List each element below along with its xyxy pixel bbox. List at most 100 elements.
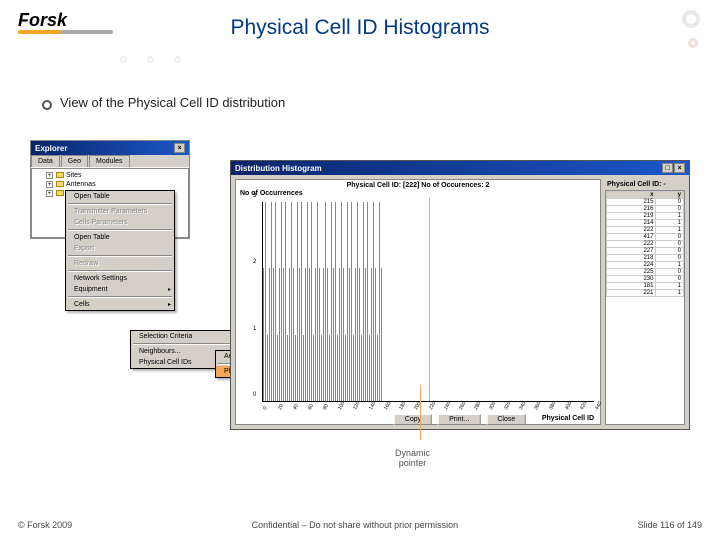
table-row[interactable]: 2211 [607, 290, 684, 297]
bar[interactable] [357, 202, 358, 401]
bar[interactable] [273, 268, 274, 401]
bar[interactable] [307, 202, 308, 401]
bar[interactable] [309, 268, 310, 401]
bar[interactable] [281, 202, 282, 401]
col-x[interactable]: x [607, 192, 656, 199]
menu-item[interactable]: Network Settings [66, 273, 174, 284]
bar[interactable] [271, 202, 272, 401]
bar[interactable] [303, 335, 304, 401]
maximize-icon[interactable]: □ [662, 163, 673, 173]
bar[interactable] [327, 268, 328, 401]
bar[interactable] [355, 268, 356, 401]
bar[interactable] [339, 268, 340, 401]
side-table[interactable]: x y 215021602191214122214170222022702180… [605, 190, 685, 425]
bar[interactable] [365, 268, 366, 401]
bar[interactable] [373, 202, 374, 401]
bar[interactable] [337, 335, 338, 401]
explorer-titlebar[interactable]: Explorer × [31, 141, 189, 155]
bar[interactable] [313, 335, 314, 401]
chart-area[interactable]: 0123 [262, 202, 594, 402]
bar[interactable] [295, 335, 296, 401]
bar[interactable] [289, 268, 290, 401]
bar[interactable] [285, 202, 286, 401]
table-row[interactable]: 2270 [607, 248, 684, 255]
bar[interactable] [297, 202, 298, 401]
bar[interactable] [275, 202, 276, 401]
table-row[interactable]: 2250 [607, 269, 684, 276]
histogram-titlebar[interactable]: Distribution Histogram □ × [231, 161, 689, 175]
table-row[interactable]: 2150 [607, 199, 684, 206]
bar[interactable] [279, 268, 280, 401]
bar[interactable] [265, 202, 266, 401]
bar[interactable] [333, 268, 334, 401]
bar[interactable] [287, 335, 288, 401]
tab-modules[interactable]: Modules [89, 155, 129, 167]
menu-item[interactable]: Selection Criteria [131, 331, 239, 342]
close-icon[interactable]: × [674, 163, 685, 173]
menu-item[interactable]: Cells [66, 299, 174, 310]
bar[interactable] [269, 268, 270, 401]
bar[interactable] [283, 268, 284, 401]
close-icon[interactable]: × [174, 143, 185, 153]
bar[interactable] [351, 202, 352, 401]
menu-item[interactable]: Equipment [66, 284, 174, 295]
bar[interactable] [347, 202, 348, 401]
bar[interactable] [375, 268, 376, 401]
table-row[interactable]: 2220 [607, 241, 684, 248]
bar[interactable] [359, 268, 360, 401]
bar[interactable] [367, 202, 368, 401]
tab-data[interactable]: Data [31, 155, 60, 167]
bar[interactable] [311, 202, 312, 401]
menu-item[interactable]: Open Table [66, 191, 174, 202]
tab-geo[interactable]: Geo [61, 155, 88, 167]
bar[interactable] [353, 335, 354, 401]
bar[interactable] [267, 335, 268, 401]
bar[interactable] [343, 268, 344, 401]
bar[interactable] [361, 335, 362, 401]
tree-item-sites[interactable]: +Sites [34, 171, 186, 180]
bar[interactable] [381, 268, 382, 401]
bar[interactable] [323, 268, 324, 401]
bar[interactable] [335, 202, 336, 401]
bar[interactable] [379, 202, 380, 401]
bar[interactable] [329, 335, 330, 401]
table-cell: 224 [607, 262, 656, 269]
bar[interactable] [315, 268, 316, 401]
table-row[interactable]: 2300 [607, 276, 684, 283]
bar[interactable] [301, 202, 302, 401]
context-menu-1[interactable]: Open TableTransmitter ParametersCells Pa… [65, 190, 175, 311]
col-y[interactable]: y [656, 192, 684, 199]
bar[interactable] [363, 202, 364, 401]
bar[interactable] [293, 268, 294, 401]
tree-item-antennas[interactable]: +Antennas [34, 180, 186, 189]
bar[interactable] [325, 202, 326, 401]
bar[interactable] [263, 268, 264, 401]
table-row[interactable]: 1811 [607, 283, 684, 290]
table-row[interactable]: 2141 [607, 220, 684, 227]
copy-button[interactable]: Copy [394, 414, 432, 425]
bar[interactable] [277, 335, 278, 401]
bar[interactable] [345, 335, 346, 401]
bar[interactable] [341, 202, 342, 401]
print-button[interactable]: Print... [438, 414, 480, 425]
bar[interactable] [319, 268, 320, 401]
menu-item[interactable]: Open Table [66, 232, 174, 243]
bar[interactable] [371, 268, 372, 401]
table-row[interactable]: 2241 [607, 262, 684, 269]
table-row[interactable]: 2221 [607, 227, 684, 234]
table-row[interactable]: 2160 [607, 206, 684, 213]
bar[interactable] [377, 335, 378, 401]
bar[interactable] [321, 335, 322, 401]
close-button[interactable]: Close [486, 414, 526, 425]
bar[interactable] [299, 268, 300, 401]
table-row[interactable]: 2191 [607, 213, 684, 220]
table-row[interactable]: 4170 [607, 234, 684, 241]
bar[interactable] [331, 202, 332, 401]
table-row[interactable]: 2180 [607, 255, 684, 262]
footer-page: Slide 116 of 149 [638, 520, 702, 530]
bar[interactable] [349, 268, 350, 401]
bar[interactable] [369, 335, 370, 401]
bar[interactable] [305, 268, 306, 401]
bar[interactable] [291, 202, 292, 401]
bar[interactable] [317, 202, 318, 401]
